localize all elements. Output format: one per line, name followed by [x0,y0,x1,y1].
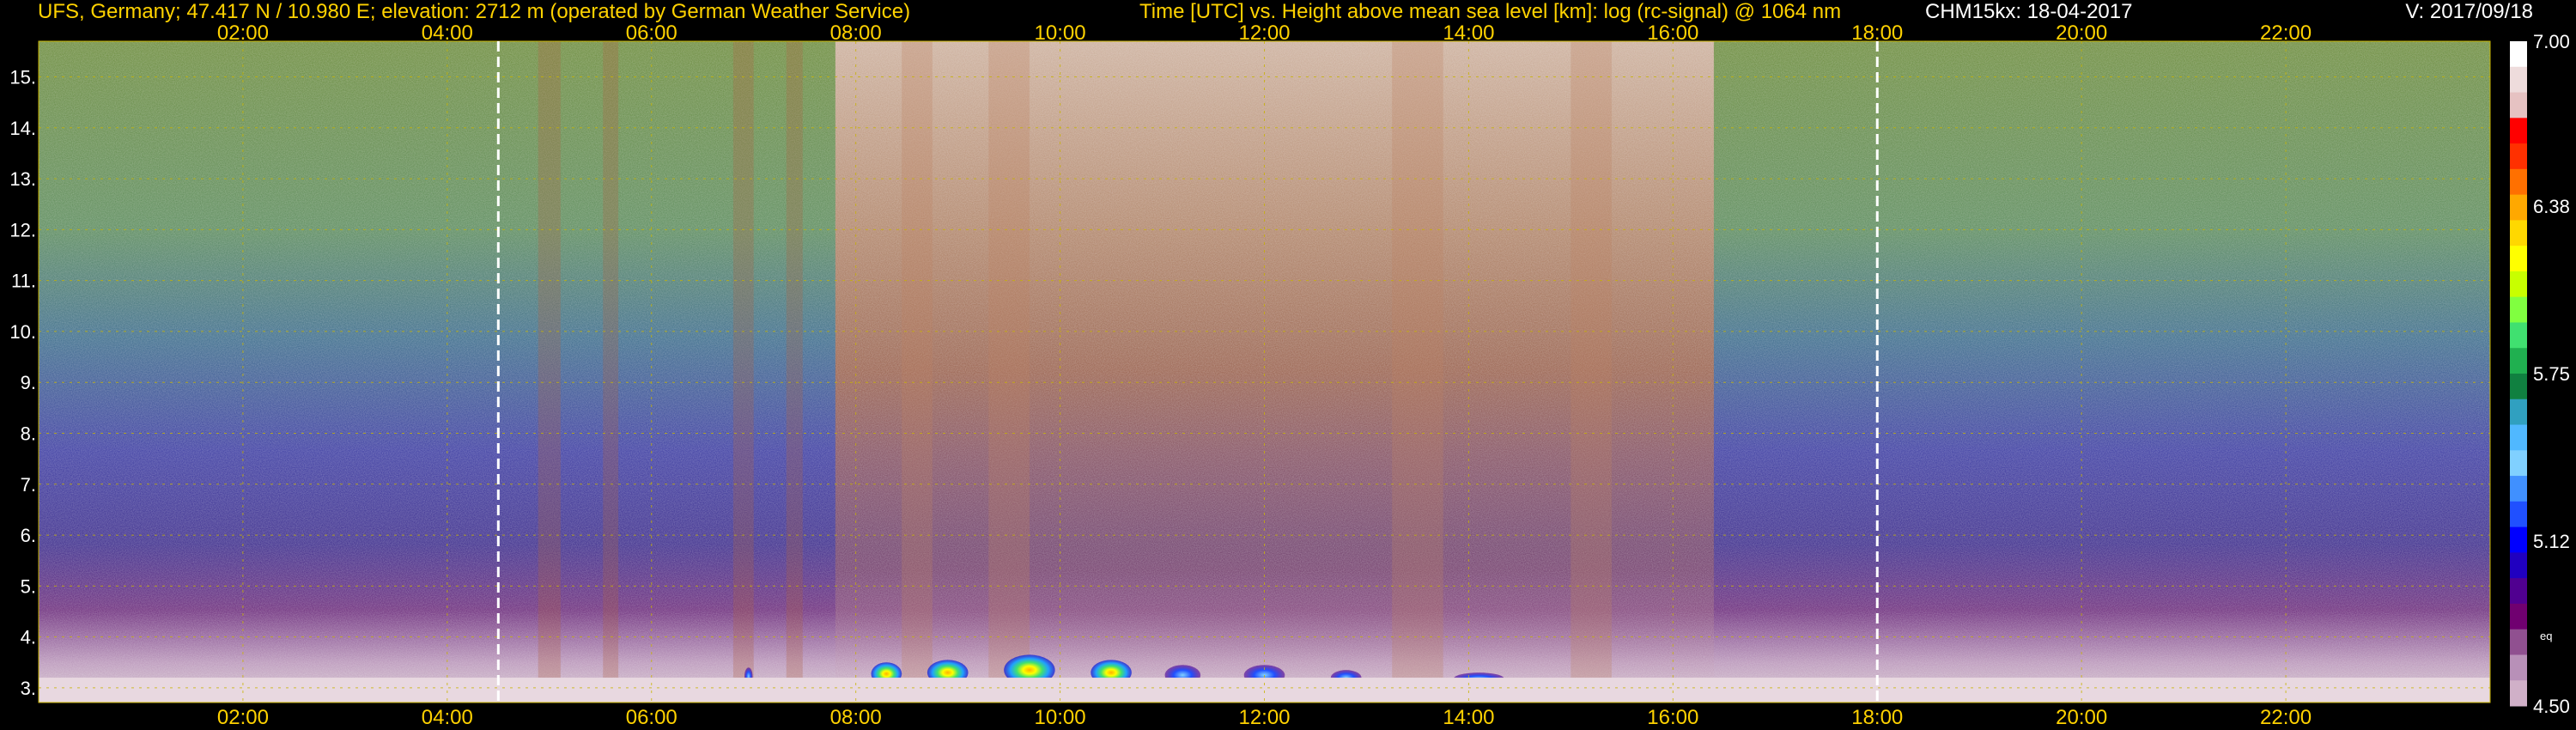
y-tick-label: 9. [21,372,36,393]
colorbar-swatch [2510,92,2527,119]
colorbar-tick-label: 4.50 [2533,696,2570,717]
colorbar-swatch [2510,168,2527,196]
plume-streak [902,41,933,703]
y-tick-label: 15. [9,66,36,88]
y-tick-label: 12. [9,219,36,240]
x-tick-label-bottom: 02:00 [217,706,269,729]
x-tick-label-bottom: 16:00 [1647,706,1698,729]
y-tick-label: 6. [21,525,36,546]
colorbar-swatch [2510,143,2527,170]
plume-streak [603,41,619,703]
colorbar-swatch [2510,526,2527,553]
plume-streak [988,41,1030,703]
colorbar-swatch [2510,476,2527,502]
colorbar-tick-label: 7.00 [2533,31,2570,52]
colorbar-swatch [2510,296,2527,323]
noise-texture [39,41,2490,703]
x-tick-label-bottom: 08:00 [830,706,882,729]
colorbar-swatch [2510,629,2527,655]
x-tick-label-bottom: 22:00 [2260,706,2312,729]
y-tick-label: 14. [9,118,36,139]
x-tick-label-top: 16:00 [1647,21,1698,45]
y-tick-label: 11. [11,271,36,292]
colorbar-tick-label: 5.75 [2533,363,2570,385]
colorbar-swatch [2510,246,2527,272]
colorbar-swatch [2510,654,2527,681]
x-tick-label-top: 06:00 [626,21,677,45]
lidar-heatmap-chart: 02:00 04:00 06:00 08:00 10:00 12:00 14:00 16:00… [9,21,2570,729]
x-tick-label-bottom: 04:00 [422,706,473,729]
colorbar-swatch [2510,41,2527,68]
plume-streak [732,41,754,703]
colorbar-swatch [2510,603,2527,630]
colorbar-swatch [2510,220,2527,246]
x-tick-label-top: 18:00 [1851,21,1903,45]
plume-streak [786,41,803,703]
colorbar-swatch [2510,578,2527,605]
colorbar-swatch [2510,118,2527,144]
x-tick-label-bottom: 06:00 [626,706,677,729]
x-tick-label-bottom: 12:00 [1238,706,1290,729]
y-tick-label: 8. [21,423,36,444]
colorbar-swatch [2510,348,2527,374]
colorbar-swatch [2510,322,2527,349]
y-tick-label: 3. [21,678,36,699]
y-tick-label: 4. [21,627,36,648]
colorbar-swatch [2510,501,2527,528]
colorbar-swatch [2510,398,2527,426]
colorbar-swatch [2510,680,2527,707]
colorbar-swatch [2510,450,2527,477]
x-tick-label-top: 12:00 [1238,21,1290,45]
x-tick-label-top: 08:00 [830,21,882,45]
x-tick-label-top: 20:00 [2056,21,2107,45]
y-axis: 3. 4. 5. 6. 7. 8. 9. 10. 11. 12. 13. 14. 15. [9,66,36,698]
y-tick-label: 13. [9,168,36,190]
plot-area [38,40,2491,703]
colorbar-swatch [2510,194,2527,221]
x-tick-label-top: 10:00 [1035,21,1086,45]
colorbar-swatch [2510,66,2527,94]
colorbar-swatch [2510,271,2527,298]
x-tick-label-top: 04:00 [422,21,473,45]
plume-streak [1571,41,1612,703]
x-tick-label-top: 22:00 [2260,21,2312,45]
plume-streak [538,41,561,703]
plume-streak [1392,41,1443,703]
y-tick-label: 10. [9,321,36,343]
x-tick-label-top: 14:00 [1443,21,1494,45]
colorbar-swatch [2510,424,2527,451]
x-tick-label-bottom: 18:00 [1851,706,1903,729]
colorbar-tick-label: 6.38 [2533,196,2570,217]
x-tick-label-bottom: 10:00 [1035,706,1086,729]
y-tick-label: 5. [21,575,36,597]
x-tick-label-top: 02:00 [217,21,269,45]
colorbar-label: eq [2540,630,2552,642]
colorbar-tick-label: 5.12 [2533,531,2570,552]
y-tick-label: 7. [21,474,36,496]
x-axis-bottom: 02:00 04:00 06:00 08:00 10:00 12:00 14:00 16:00… [217,706,2312,729]
colorbar-swatch [2510,552,2527,579]
colorbar-swatch [2510,374,2527,400]
x-tick-label-bottom: 20:00 [2056,706,2107,729]
colorbar: 7.00 6.38 5.75 5.12 4.50 eq [2510,31,2570,717]
x-tick-label-bottom: 14:00 [1443,706,1494,729]
